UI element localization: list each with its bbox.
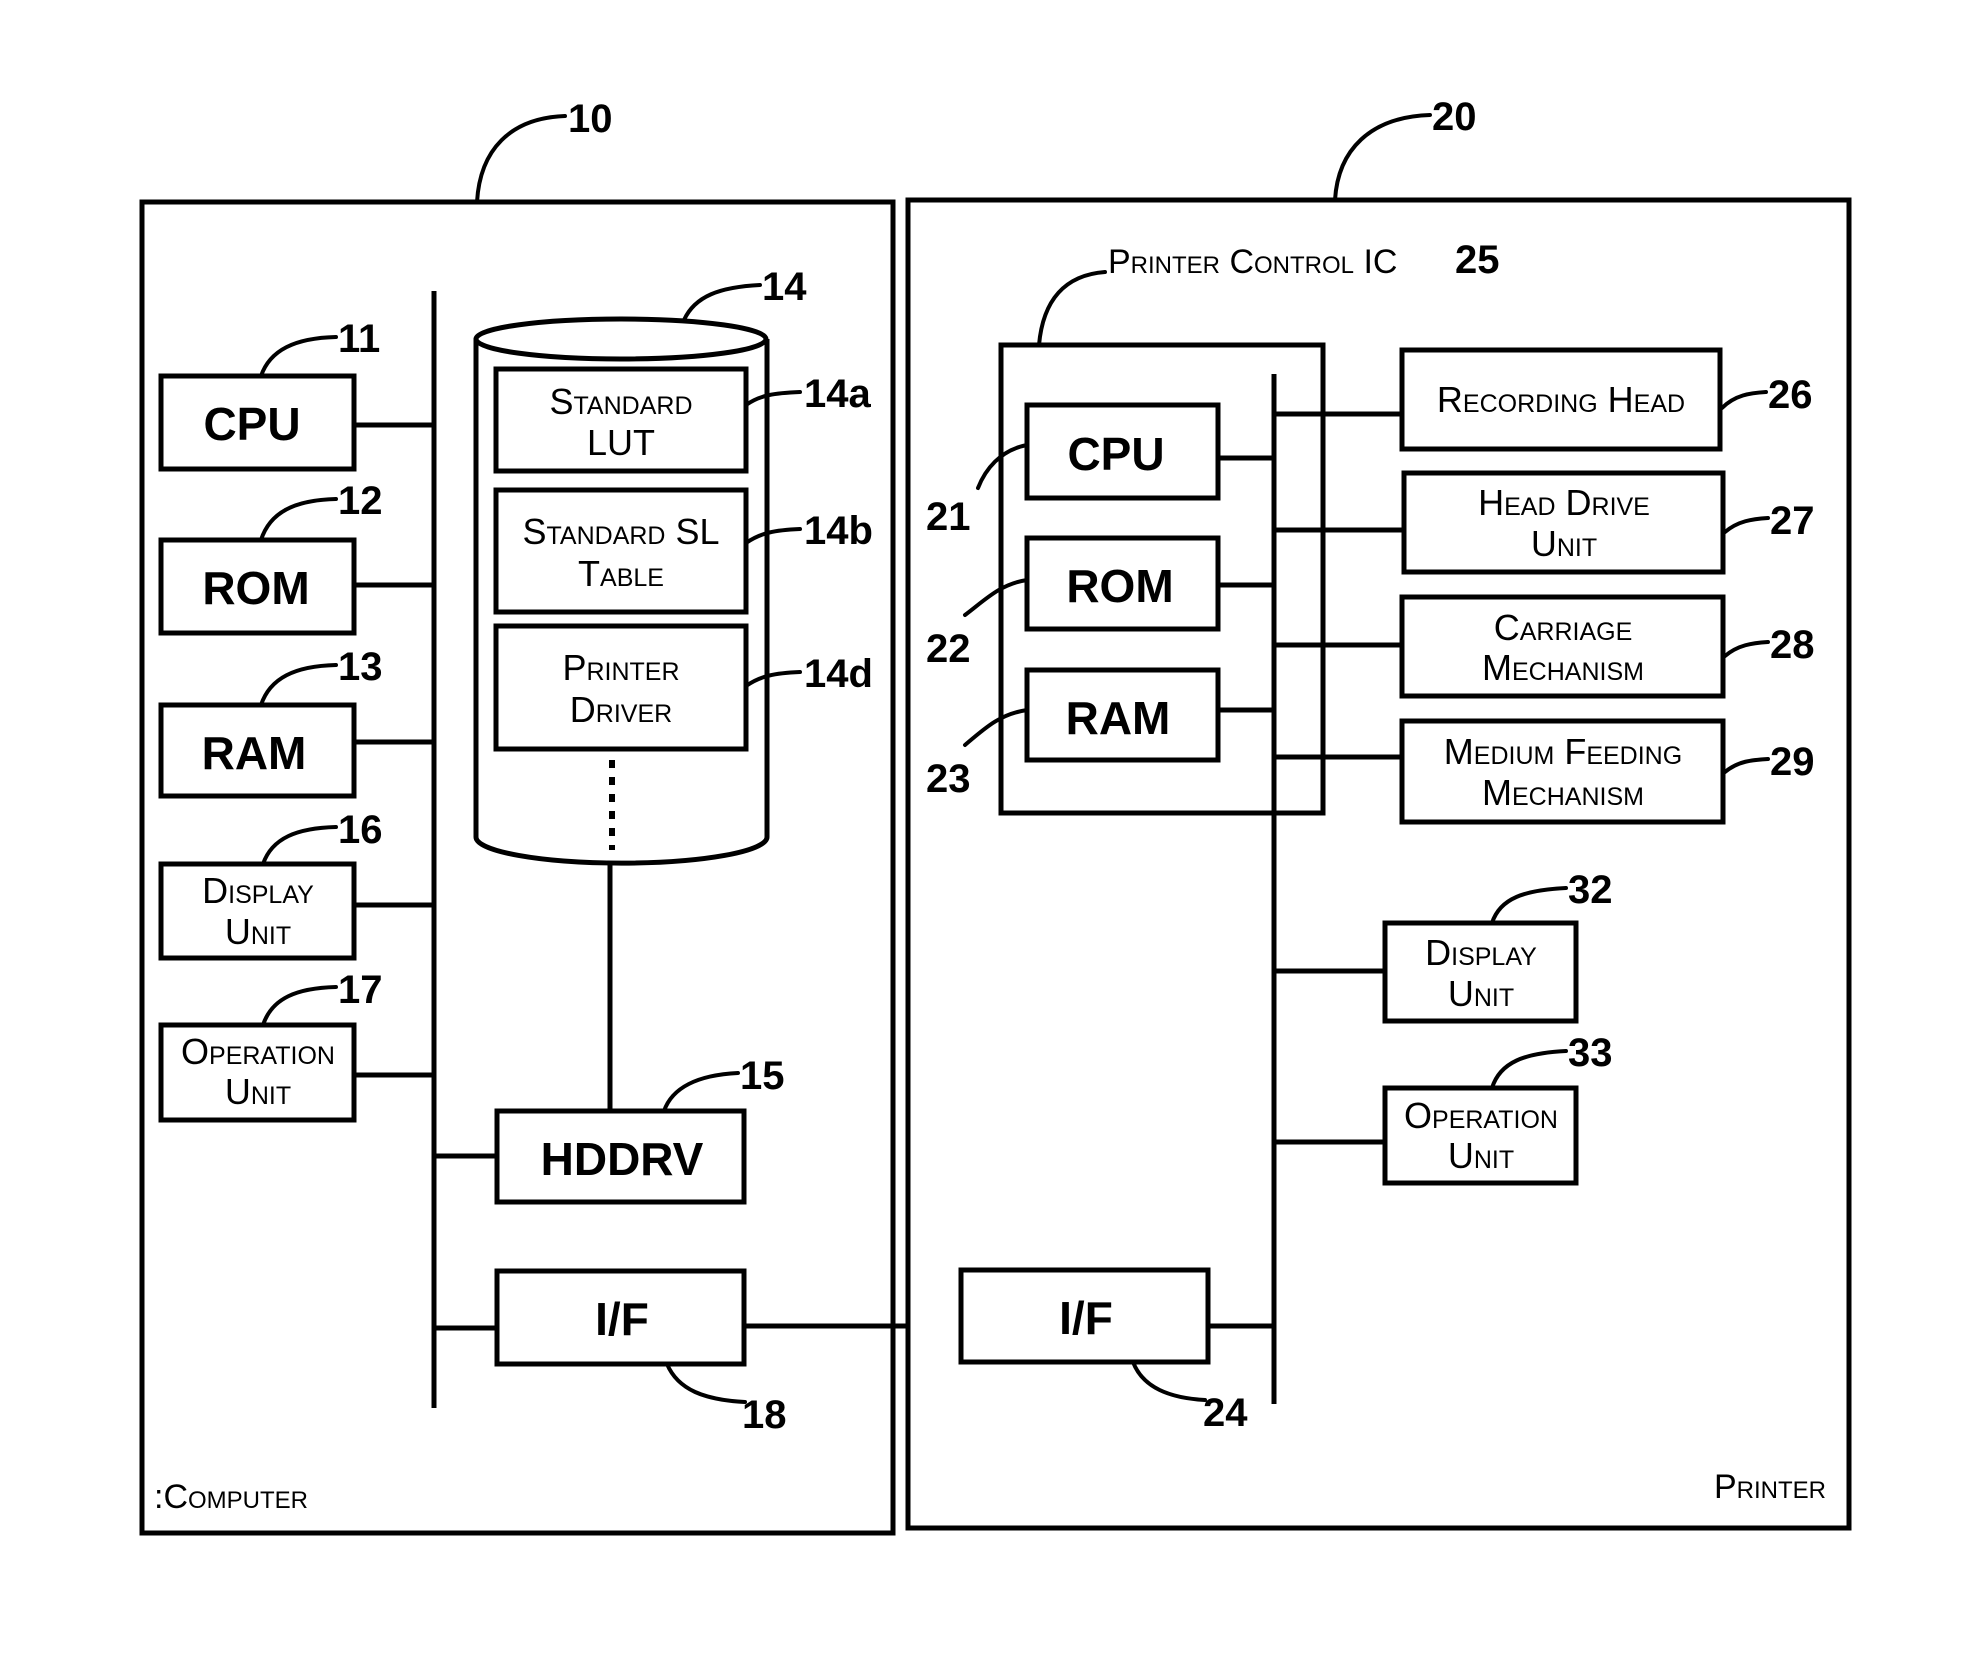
ref-22: 22: [926, 627, 971, 671]
carriage-line2: Mechanism: [1482, 647, 1644, 688]
ref-16: 16: [338, 808, 383, 852]
printer-label: Printer: [1714, 1468, 1826, 1506]
head-drive-line1: Head Drive: [1478, 482, 1650, 523]
ref-26: 26: [1768, 373, 1813, 417]
medium-feeding-line2: Mechanism: [1482, 772, 1644, 813]
ref-15: 15: [740, 1054, 785, 1098]
computer-display-line2: Unit: [225, 911, 291, 952]
hddrv-label: HDDRV: [541, 1133, 704, 1185]
printer-display-line2: Unit: [1448, 973, 1514, 1014]
ref-10: 10: [568, 97, 613, 141]
ref-24: 24: [1203, 1391, 1248, 1435]
ref-14b: 14b: [804, 509, 873, 553]
ref-13: 13: [338, 645, 383, 689]
ref-18: 18: [742, 1393, 787, 1437]
ref-25: 25: [1455, 238, 1500, 282]
computer-operation-line1: Operation: [181, 1031, 335, 1072]
printer-display-line1: Display: [1425, 932, 1537, 973]
lut-line2: LUT: [587, 422, 655, 463]
computer-display-line1: Display: [202, 870, 314, 911]
medium-feeding-line1: Medium Feeding: [1444, 731, 1682, 772]
printer-interface-label: I/F: [1059, 1292, 1113, 1344]
sl-table-line1: Standard SL: [522, 511, 719, 552]
printer-ram-label: RAM: [1066, 692, 1171, 744]
ref-33: 33: [1568, 1031, 1613, 1075]
ref-14d: 14d: [804, 652, 873, 696]
ref-12: 12: [338, 479, 383, 523]
ref-23: 23: [926, 757, 971, 801]
ref-17: 17: [338, 968, 383, 1012]
lut-line1: Standard: [550, 381, 693, 422]
block-diagram: 10 :Computer CPU 11 ROM 12 RAM 13 Displa…: [139, 95, 1852, 1536]
leader-20: [1333, 113, 1432, 202]
printer-operation-line1: Operation: [1404, 1095, 1558, 1136]
ref-29: 29: [1770, 740, 1815, 784]
computer-rom-label: ROM: [202, 562, 309, 614]
printer-rom-label: ROM: [1066, 560, 1173, 612]
recording-head-label: Recording Head: [1437, 379, 1685, 420]
driver-line1: Printer: [562, 647, 679, 688]
printer-control-ic-label: Printer Control IC: [1108, 243, 1397, 281]
sl-table-line2: Table: [578, 553, 664, 594]
computer-cpu-label: CPU: [203, 398, 300, 450]
computer-group: 10 :Computer CPU 11 ROM 12 RAM 13 Displa…: [139, 97, 896, 1536]
cylinder-top: [473, 316, 769, 362]
driver-line2: Driver: [570, 689, 672, 730]
leader-10: [475, 114, 567, 204]
ref-11: 11: [338, 317, 380, 361]
head-drive-line2: Unit: [1531, 523, 1597, 564]
ref-20: 20: [1432, 95, 1477, 139]
computer-operation-line2: Unit: [225, 1071, 291, 1112]
ref-32: 32: [1568, 868, 1613, 912]
carriage-line1: Carriage: [1494, 607, 1633, 648]
ref-21: 21: [926, 495, 971, 539]
computer-interface-label: I/F: [595, 1293, 649, 1345]
ref-14: 14: [762, 265, 807, 309]
printer-group: 20 Printer Printer Control IC 25 CPU 21 …: [905, 95, 1852, 1531]
ref-28: 28: [1770, 623, 1815, 667]
computer-label: :Computer: [154, 1478, 308, 1516]
ref-14a: 14a: [804, 372, 871, 416]
printer-cpu-label: CPU: [1067, 428, 1164, 480]
computer-ram-label: RAM: [202, 727, 307, 779]
ref-27: 27: [1770, 499, 1815, 543]
printer-operation-line2: Unit: [1448, 1135, 1514, 1176]
